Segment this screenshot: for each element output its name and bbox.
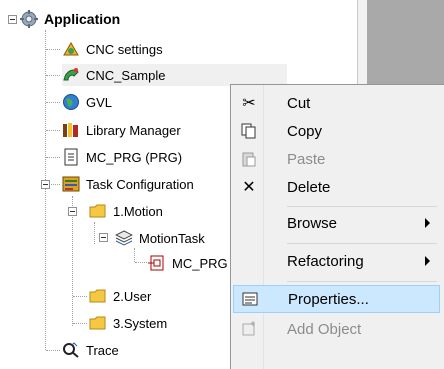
- menu-separator: [287, 243, 437, 244]
- trace-icon: [62, 341, 80, 359]
- tree-item-task-configuration[interactable]: Task Configuration: [62, 173, 194, 195]
- cnc-sample-icon: [62, 66, 80, 84]
- tree-line: [73, 296, 87, 297]
- submenu-arrow-icon: [425, 256, 430, 266]
- collapse-toggle-motion[interactable]: [68, 207, 77, 216]
- folder-icon: [89, 202, 107, 220]
- tree-item-1-motion[interactable]: 1.Motion: [89, 200, 163, 222]
- tree-item-label: MC_PRG: [172, 255, 228, 271]
- tree-line: [73, 323, 87, 324]
- collapse-toggle-motiontask[interactable]: [99, 233, 108, 242]
- tree-item-cnc-settings[interactable]: CNC settings: [62, 38, 163, 60]
- paste-icon: [233, 151, 265, 167]
- tree-line: [46, 75, 60, 76]
- tree-item-label: 3.System: [113, 315, 168, 331]
- tree-line: [94, 222, 95, 244]
- scissors-icon: ✂: [242, 95, 256, 112]
- tree-item-label: Task Configuration: [86, 176, 194, 192]
- globe-icon: [62, 93, 80, 111]
- menu-item-paste[interactable]: Paste: [233, 145, 440, 173]
- collapse-toggle-task-configuration[interactable]: [41, 180, 50, 189]
- tree-item-label: MC_PRG (PRG): [86, 149, 183, 165]
- tree-item-3-system[interactable]: 3.System: [89, 312, 167, 334]
- tree-item-label: MotionTask: [139, 230, 205, 246]
- menu-item-browse[interactable]: Browse: [233, 209, 440, 237]
- library-books-icon: [62, 121, 80, 139]
- tree-line: [46, 350, 60, 351]
- tree-line: [46, 49, 60, 50]
- tree-line: [45, 30, 46, 350]
- submenu-arrow-icon: [425, 218, 430, 228]
- tree-item-mc-prg[interactable]: MC_PRG (PRG): [62, 146, 182, 168]
- tree-item-label: GVL: [86, 94, 113, 110]
- tree-item-gvl[interactable]: GVL: [62, 91, 112, 113]
- tree-item-mc-prg-call[interactable]: MC_PRG: [148, 252, 228, 274]
- program-call-icon: [148, 254, 166, 272]
- task-stack-icon: [114, 229, 134, 247]
- tree-item-trace[interactable]: Trace: [62, 339, 119, 361]
- folder-icon: [89, 314, 107, 332]
- menu-item-add-object[interactable]: Add Object: [233, 315, 440, 343]
- menu-separator: [287, 206, 437, 207]
- tree-item-cnc-sample[interactable]: CNC_Sample: [62, 64, 287, 86]
- tree-line: [134, 248, 135, 262]
- tree-item-label: CNC_Sample: [86, 67, 166, 83]
- tree-line: [46, 130, 60, 131]
- folder-icon: [89, 287, 107, 305]
- properties-icon: [234, 291, 266, 307]
- tree-item-label: 1.Motion: [113, 203, 163, 219]
- collapse-toggle-application[interactable]: [8, 15, 17, 24]
- tree-item-label: CNC settings: [86, 41, 163, 57]
- context-menu: ✂ Cut Copy Paste ✕ Delete Browse Refacto…: [230, 84, 444, 369]
- menu-item-refactoring[interactable]: Refactoring: [233, 247, 440, 275]
- menu-item-copy[interactable]: Copy: [233, 117, 440, 145]
- application-gear-icon: [20, 10, 38, 28]
- delete-x-icon: ✕: [242, 179, 256, 196]
- menu-item-properties[interactable]: Properties...: [233, 285, 440, 313]
- tree-item-label: Library Manager: [86, 122, 181, 138]
- tree-item-label: Trace: [86, 342, 119, 358]
- copy-icon: [233, 123, 265, 139]
- menu-item-delete[interactable]: ✕ Delete: [233, 173, 440, 201]
- cnc-settings-icon: [62, 40, 80, 58]
- add-object-icon: [233, 321, 265, 337]
- tree-item-motiontask[interactable]: MotionTask: [114, 227, 205, 249]
- tree-item-2-user[interactable]: 2.User: [89, 285, 151, 307]
- menu-separator: [287, 281, 437, 282]
- tree-line: [46, 102, 60, 103]
- tree-item-label: 2.User: [113, 288, 152, 304]
- tree-item-application[interactable]: Application: [20, 8, 120, 30]
- tree-line: [46, 157, 60, 158]
- task-config-icon: [62, 175, 80, 193]
- menu-item-cut[interactable]: ✂ Cut: [233, 89, 440, 117]
- document-icon: [62, 148, 80, 166]
- tree-item-label: Application: [44, 11, 121, 27]
- tree-item-library-manager[interactable]: Library Manager: [62, 119, 181, 141]
- tree-line: [135, 262, 147, 263]
